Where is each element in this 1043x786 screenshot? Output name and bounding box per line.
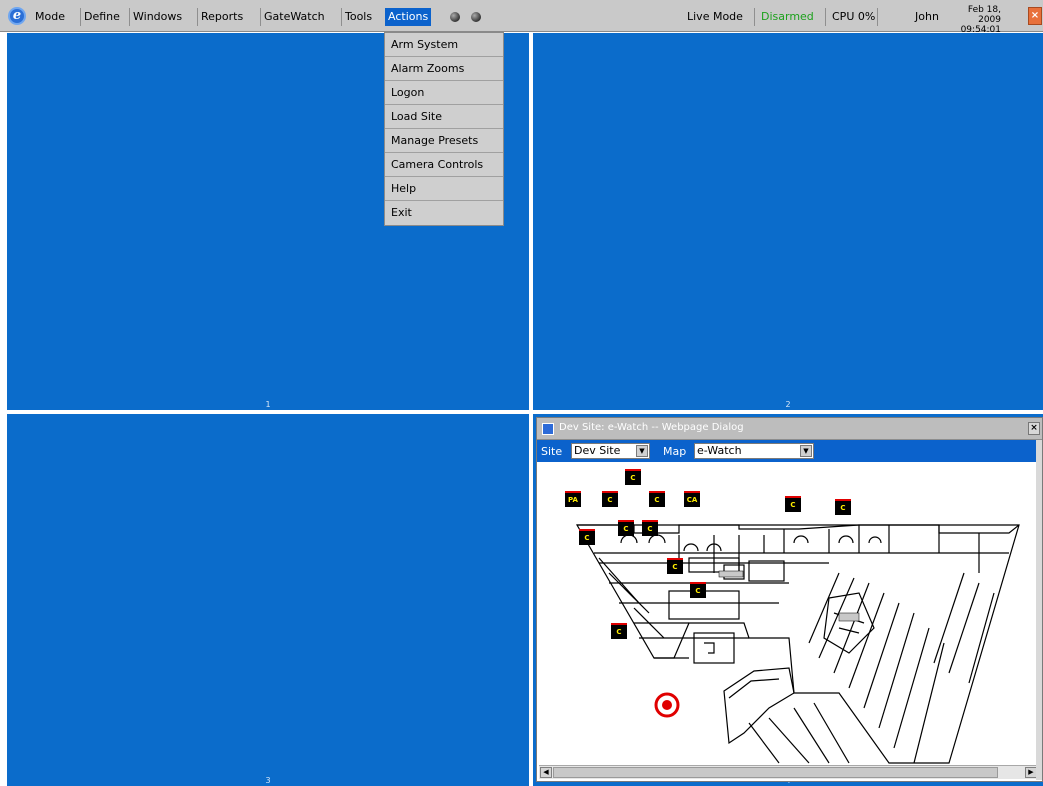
site-label: Site: [541, 445, 563, 458]
dialog-toolbar: Site Dev Site ▼ Map e-Watch ▼: [537, 440, 1042, 462]
camera-marker-label: CA: [686, 496, 698, 504]
camera-marker[interactable]: C: [579, 529, 595, 545]
dialog-title-bar[interactable]: Dev Site: e-Watch -- Webpage Dialog ×: [537, 418, 1042, 440]
menu-item-alarm-zooms[interactable]: Alarm Zooms: [385, 57, 503, 81]
menu-item-manage-presets[interactable]: Manage Presets: [385, 129, 503, 153]
menu-bar: e Mode Define Windows Reports GateWatch …: [0, 0, 1043, 45]
menu-item-arm-system[interactable]: Arm System: [385, 33, 503, 57]
arm-status-label: Disarmed: [761, 10, 814, 23]
map-select-value: e-Watch: [697, 444, 742, 457]
dialog-title: Dev Site: e-Watch -- Webpage Dialog: [559, 422, 744, 433]
pane-number: 2: [785, 400, 791, 409]
camera-marker[interactable]: C: [785, 496, 801, 512]
camera-marker-label: C: [695, 587, 701, 595]
camera-marker-label: C: [672, 563, 678, 571]
clock-date: Feb 18, 2009: [967, 5, 1001, 25]
pane-number: 1: [265, 400, 271, 409]
camera-marker-label: C: [623, 525, 629, 533]
menu-tools[interactable]: Tools: [345, 8, 372, 26]
menu-actions[interactable]: Actions: [385, 8, 432, 26]
map-select[interactable]: e-Watch ▼: [694, 443, 814, 459]
camera-pane-2[interactable]: 2: [533, 33, 1043, 410]
user-name-label: John: [915, 10, 939, 23]
chevron-down-icon: ▼: [800, 445, 812, 457]
menu-divider: [825, 8, 826, 26]
horizontal-scrollbar[interactable]: ◀ ▶: [539, 765, 1038, 779]
camera-marker[interactable]: C: [690, 582, 706, 598]
status-indicator-icon: [471, 12, 481, 22]
dialog-close-button[interactable]: ×: [1028, 422, 1040, 435]
chevron-down-icon: ▼: [636, 445, 648, 457]
map-dialog: Dev Site: e-Watch -- Webpage Dialog × Si…: [536, 417, 1043, 782]
target-marker-icon: [654, 692, 680, 718]
vertical-scrollbar[interactable]: [1036, 440, 1042, 780]
menu-divider: [129, 8, 130, 26]
camera-marker-label: PA: [568, 496, 578, 504]
menu-item-logon[interactable]: Logon: [385, 81, 503, 105]
camera-marker[interactable]: C: [642, 520, 658, 536]
map-label: Map: [663, 445, 687, 458]
menu-reports[interactable]: Reports: [201, 8, 243, 26]
menu-windows[interactable]: Windows: [133, 8, 182, 26]
menu-item-exit[interactable]: Exit: [385, 201, 503, 225]
actions-dropdown-menu: Arm System Alarm Zooms Logon Load Site M…: [384, 32, 504, 226]
pane-number: 3: [265, 776, 271, 785]
site-select-value: Dev Site: [574, 444, 621, 457]
camera-marker-label: C: [654, 496, 660, 504]
camera-marker-label: C: [607, 496, 613, 504]
menu-divider: [877, 8, 878, 26]
camera-marker[interactable]: C: [835, 499, 851, 515]
camera-marker[interactable]: C: [602, 491, 618, 507]
menu-divider: [260, 8, 261, 26]
camera-marker[interactable]: C: [611, 623, 627, 639]
status-indicator-icon: [450, 12, 460, 22]
menu-define[interactable]: Define: [84, 8, 120, 26]
camera-marker[interactable]: C: [625, 469, 641, 485]
camera-marker-label: C: [790, 501, 796, 509]
scrollbar-thumb[interactable]: [553, 767, 998, 778]
camera-marker-label: C: [647, 525, 653, 533]
camera-marker-label: C: [616, 628, 622, 636]
camera-marker[interactable]: CA: [684, 491, 700, 507]
menu-mode[interactable]: Mode: [35, 8, 65, 26]
cpu-usage-label: CPU 0%: [832, 10, 876, 23]
site-select[interactable]: Dev Site ▼: [571, 443, 650, 459]
browser-window-icon: [542, 423, 554, 435]
menu-item-camera-controls[interactable]: Camera Controls: [385, 153, 503, 177]
browser-logo-icon: e: [8, 7, 26, 25]
scroll-left-icon[interactable]: ◀: [540, 767, 552, 778]
camera-marker[interactable]: C: [667, 558, 683, 574]
camera-pane-3[interactable]: 3: [7, 414, 529, 786]
camera-marker[interactable]: C: [618, 520, 634, 536]
menu-divider: [80, 8, 81, 26]
live-mode-label: Live Mode: [687, 10, 743, 23]
floor-plan-map[interactable]: C PA C C CA C C C C C C C C: [539, 463, 1038, 765]
camera-marker[interactable]: C: [649, 491, 665, 507]
camera-marker-label: C: [630, 474, 636, 482]
camera-marker[interactable]: PA: [565, 491, 581, 507]
close-app-button[interactable]: ×: [1028, 7, 1042, 25]
camera-marker-label: C: [584, 534, 590, 542]
camera-marker-label: C: [840, 504, 846, 512]
menu-item-help[interactable]: Help: [385, 177, 503, 201]
menu-divider: [754, 8, 755, 26]
menu-divider: [341, 8, 342, 26]
menu-gatewatch[interactable]: GateWatch: [264, 8, 325, 26]
menu-item-load-site[interactable]: Load Site: [385, 105, 503, 129]
menu-divider: [197, 8, 198, 26]
